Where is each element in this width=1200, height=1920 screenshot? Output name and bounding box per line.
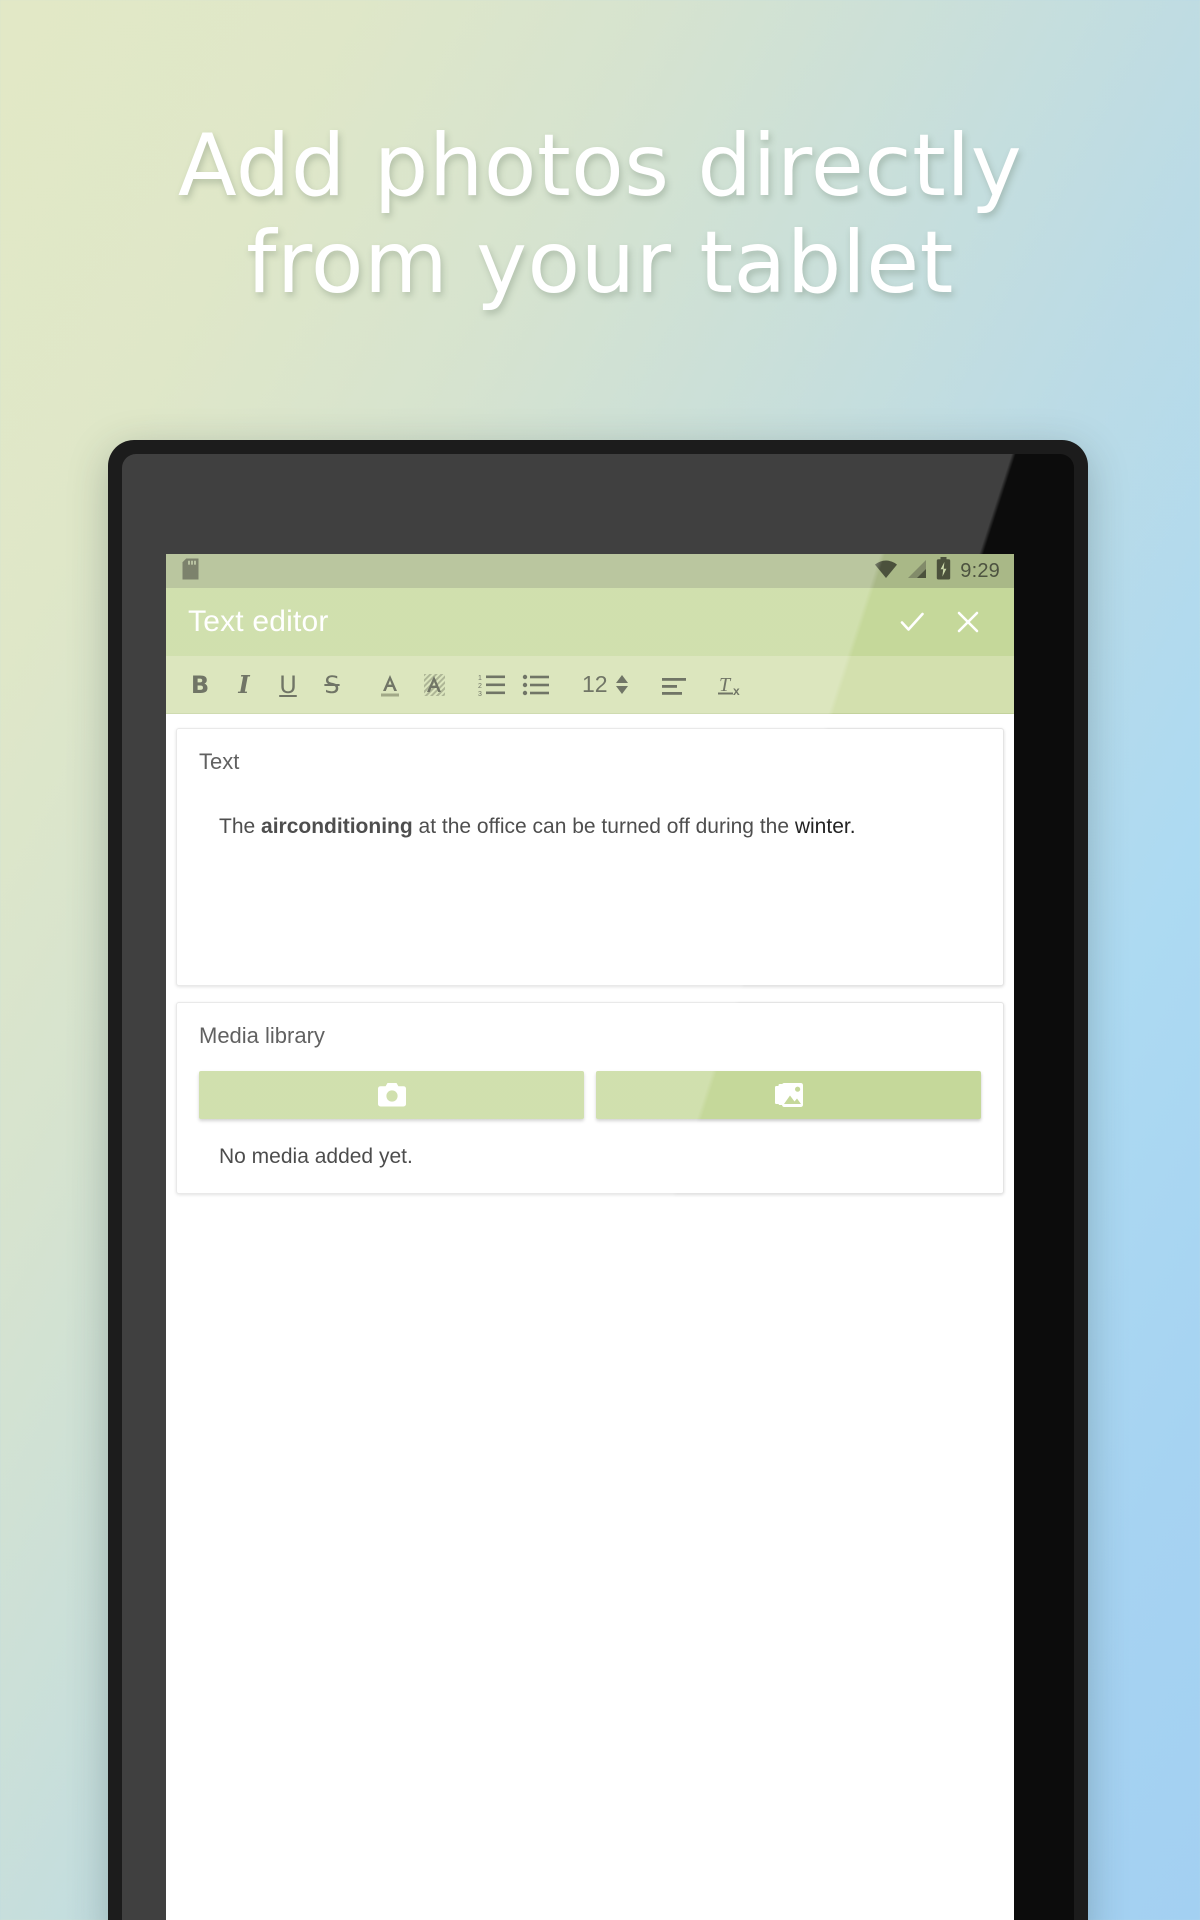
status-bar-indicators: 9:29 (874, 557, 1000, 585)
stepper-down-arrow-icon[interactable] (615, 686, 628, 694)
svg-text:1: 1 (478, 675, 482, 682)
stepper-up-arrow-icon[interactable] (615, 675, 628, 683)
formatting-toolbar: B I U S 1 2 3 12 T x (166, 656, 1014, 714)
media-card-label: Media library (199, 1023, 325, 1048)
text-body-bold: airconditioning (261, 815, 413, 838)
promo-headline: Add photos directly from your tablet (0, 116, 1200, 314)
close-icon (957, 611, 979, 633)
take-photo-button[interactable] (199, 1071, 584, 1119)
text-body-suffix: at the office can be turned off during t… (412, 815, 856, 838)
headline-line-2: from your tablet (246, 213, 954, 314)
strikethrough-label: S (324, 670, 340, 699)
tablet-screen: 9:29 Text editor B I U S 1 2 3 12 T x Te… (166, 554, 1014, 1920)
align-button[interactable] (652, 662, 696, 708)
highlight-color-button[interactable] (412, 662, 456, 708)
bullet-list-icon (522, 674, 549, 695)
app-bar: Text editor (166, 588, 1014, 656)
svg-text:3: 3 (478, 691, 482, 698)
clear-formatting-icon: T x (717, 674, 740, 698)
media-buttons-row (199, 1071, 981, 1119)
camera-icon (377, 1083, 406, 1107)
svg-text:x: x (733, 684, 740, 698)
align-left-icon (661, 677, 686, 695)
sd-card-icon (182, 558, 199, 585)
media-library-card: Media library No media added yet. (176, 1002, 1004, 1194)
highlight-icon (424, 673, 445, 696)
headline-line-1: Add photos directly (177, 116, 1023, 216)
bullet-list-button[interactable] (514, 662, 558, 708)
tablet-bezel-face: 9:29 Text editor B I U S 1 2 3 12 T x Te… (122, 454, 1074, 1920)
stepper-arrows-icon[interactable] (615, 675, 628, 694)
font-size-stepper[interactable]: 12 (572, 671, 638, 698)
editor-content: Text The airconditioning at the office c… (166, 714, 1014, 1920)
italic-label: I (238, 670, 250, 699)
text-card[interactable]: Text The airconditioning at the office c… (176, 728, 1004, 986)
cell-signal-icon (907, 559, 927, 584)
wifi-icon (874, 559, 898, 584)
numbered-list-button[interactable]: 1 2 3 (470, 662, 514, 708)
text-color-icon (381, 674, 399, 696)
cancel-button[interactable] (940, 594, 996, 650)
text-card-body[interactable]: The airconditioning at the office can be… (219, 813, 981, 841)
svg-text:2: 2 (478, 683, 482, 690)
battery-charging-icon (936, 557, 951, 585)
underline-label: U (279, 670, 297, 699)
underline-button[interactable]: U (266, 662, 310, 708)
clear-formatting-button[interactable]: T x (710, 662, 754, 708)
app-bar-title: Text editor (188, 605, 329, 638)
numbered-list-icon: 1 2 3 (478, 675, 505, 698)
bold-button[interactable]: B (178, 662, 222, 708)
pick-image-button[interactable] (596, 1071, 981, 1119)
italic-button[interactable]: I (222, 662, 266, 708)
status-bar-clock: 9:29 (960, 559, 1000, 582)
font-size-value: 12 (582, 671, 608, 697)
text-card-label: Text (199, 749, 240, 774)
bold-label: B (190, 670, 210, 699)
text-body-prefix: The (219, 815, 262, 838)
gallery-icon (774, 1083, 803, 1107)
media-empty-message: No media added yet. (219, 1145, 413, 1168)
strikethrough-button[interactable]: S (310, 662, 354, 708)
text-color-button[interactable] (368, 662, 412, 708)
tablet-device-frame: 9:29 Text editor B I U S 1 2 3 12 T x Te… (108, 440, 1088, 1920)
check-icon (900, 612, 924, 631)
confirm-button[interactable] (884, 594, 940, 650)
status-bar: 9:29 (166, 554, 1014, 588)
